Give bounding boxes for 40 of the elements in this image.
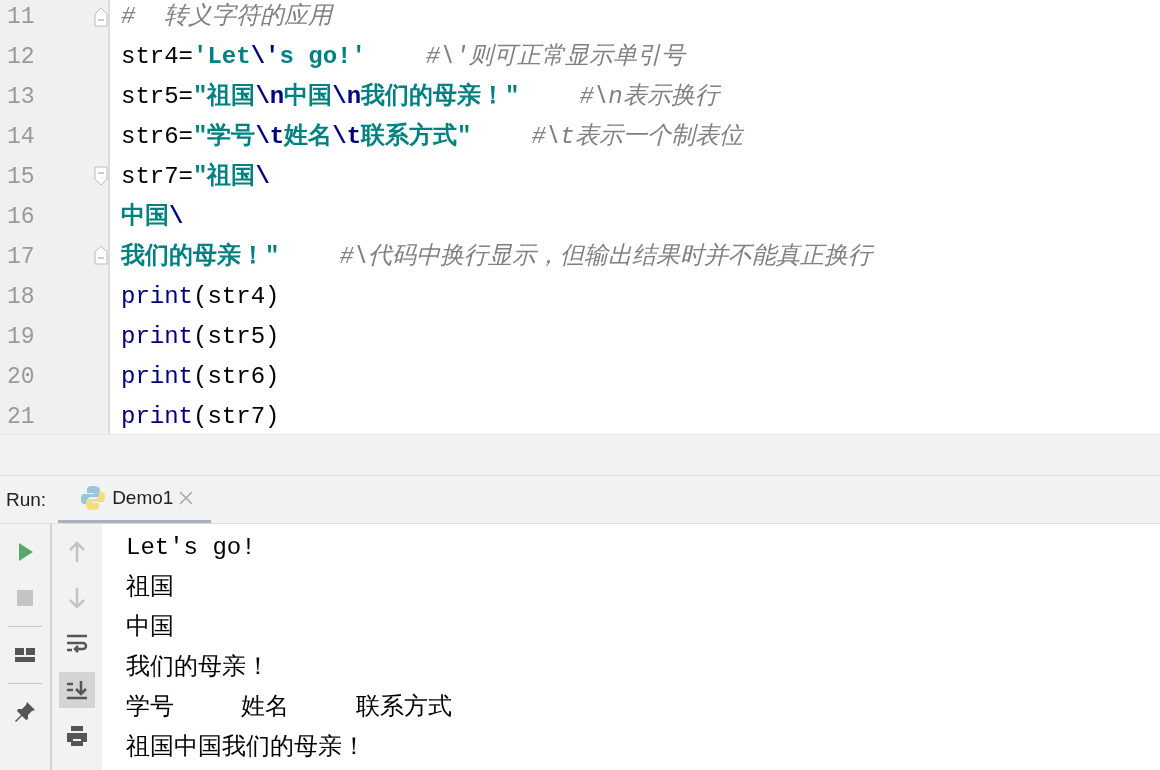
output-line: 祖国 xyxy=(126,573,175,603)
fold-icon[interactable] xyxy=(94,6,108,27)
code-line: print(str7) xyxy=(121,402,281,432)
run-label: Run: xyxy=(5,488,48,511)
output-line: Let's go! xyxy=(126,533,257,563)
line-number: 13 xyxy=(6,83,36,112)
print-icon[interactable] xyxy=(65,724,89,748)
run-tab[interactable]: Demo1 xyxy=(58,476,212,523)
code-line: str6="学号\t姓名\t联系方式" #\t表示一个制表位 xyxy=(121,121,745,152)
code-line: str7="祖国\ xyxy=(121,161,271,192)
scroll-to-end-icon[interactable] xyxy=(65,678,89,702)
code-line: 中国\ xyxy=(121,201,185,232)
code-line: str5="祖国\n中国\n我们的母亲！" #\n表示换行 xyxy=(121,81,722,112)
splitter-bar[interactable] xyxy=(0,435,1160,476)
line-number: 21 xyxy=(6,403,36,432)
fold-icon[interactable] xyxy=(94,165,108,186)
output-line: 我们的母亲！ xyxy=(126,653,271,683)
close-icon[interactable] xyxy=(179,491,194,505)
code-line: str4='Let\'s go!' #\'则可正常显示单引号 xyxy=(121,42,688,72)
toggle-button[interactable] xyxy=(59,672,95,708)
line-number: 11 xyxy=(6,3,36,32)
output-line: 中国 xyxy=(126,613,175,643)
code-line: print(str6) xyxy=(121,362,281,392)
fold-icon[interactable] xyxy=(94,245,108,266)
line-number: 14 xyxy=(6,123,36,152)
output-line: 学号 姓名 联系方式 xyxy=(126,692,454,723)
line-number: 17 xyxy=(6,243,36,272)
python-icon xyxy=(80,485,107,511)
code-line: 我们的母亲！" #\代码中换行显示，但输出结果时并不能真正换行 xyxy=(121,241,875,272)
line-number: 12 xyxy=(6,43,36,72)
pin-icon[interactable] xyxy=(13,700,37,724)
code-line: print(str5) xyxy=(121,322,281,352)
code-line: # 转义字符的应用 xyxy=(121,1,335,32)
line-number: 18 xyxy=(6,283,36,312)
line-number: 16 xyxy=(6,203,36,232)
output-line: 祖国中国我们的母亲！ xyxy=(126,733,367,763)
code-line: print(str4) xyxy=(121,282,281,312)
line-number: 15 xyxy=(6,163,36,192)
line-number: 20 xyxy=(6,363,36,392)
line-number: 19 xyxy=(6,323,36,352)
